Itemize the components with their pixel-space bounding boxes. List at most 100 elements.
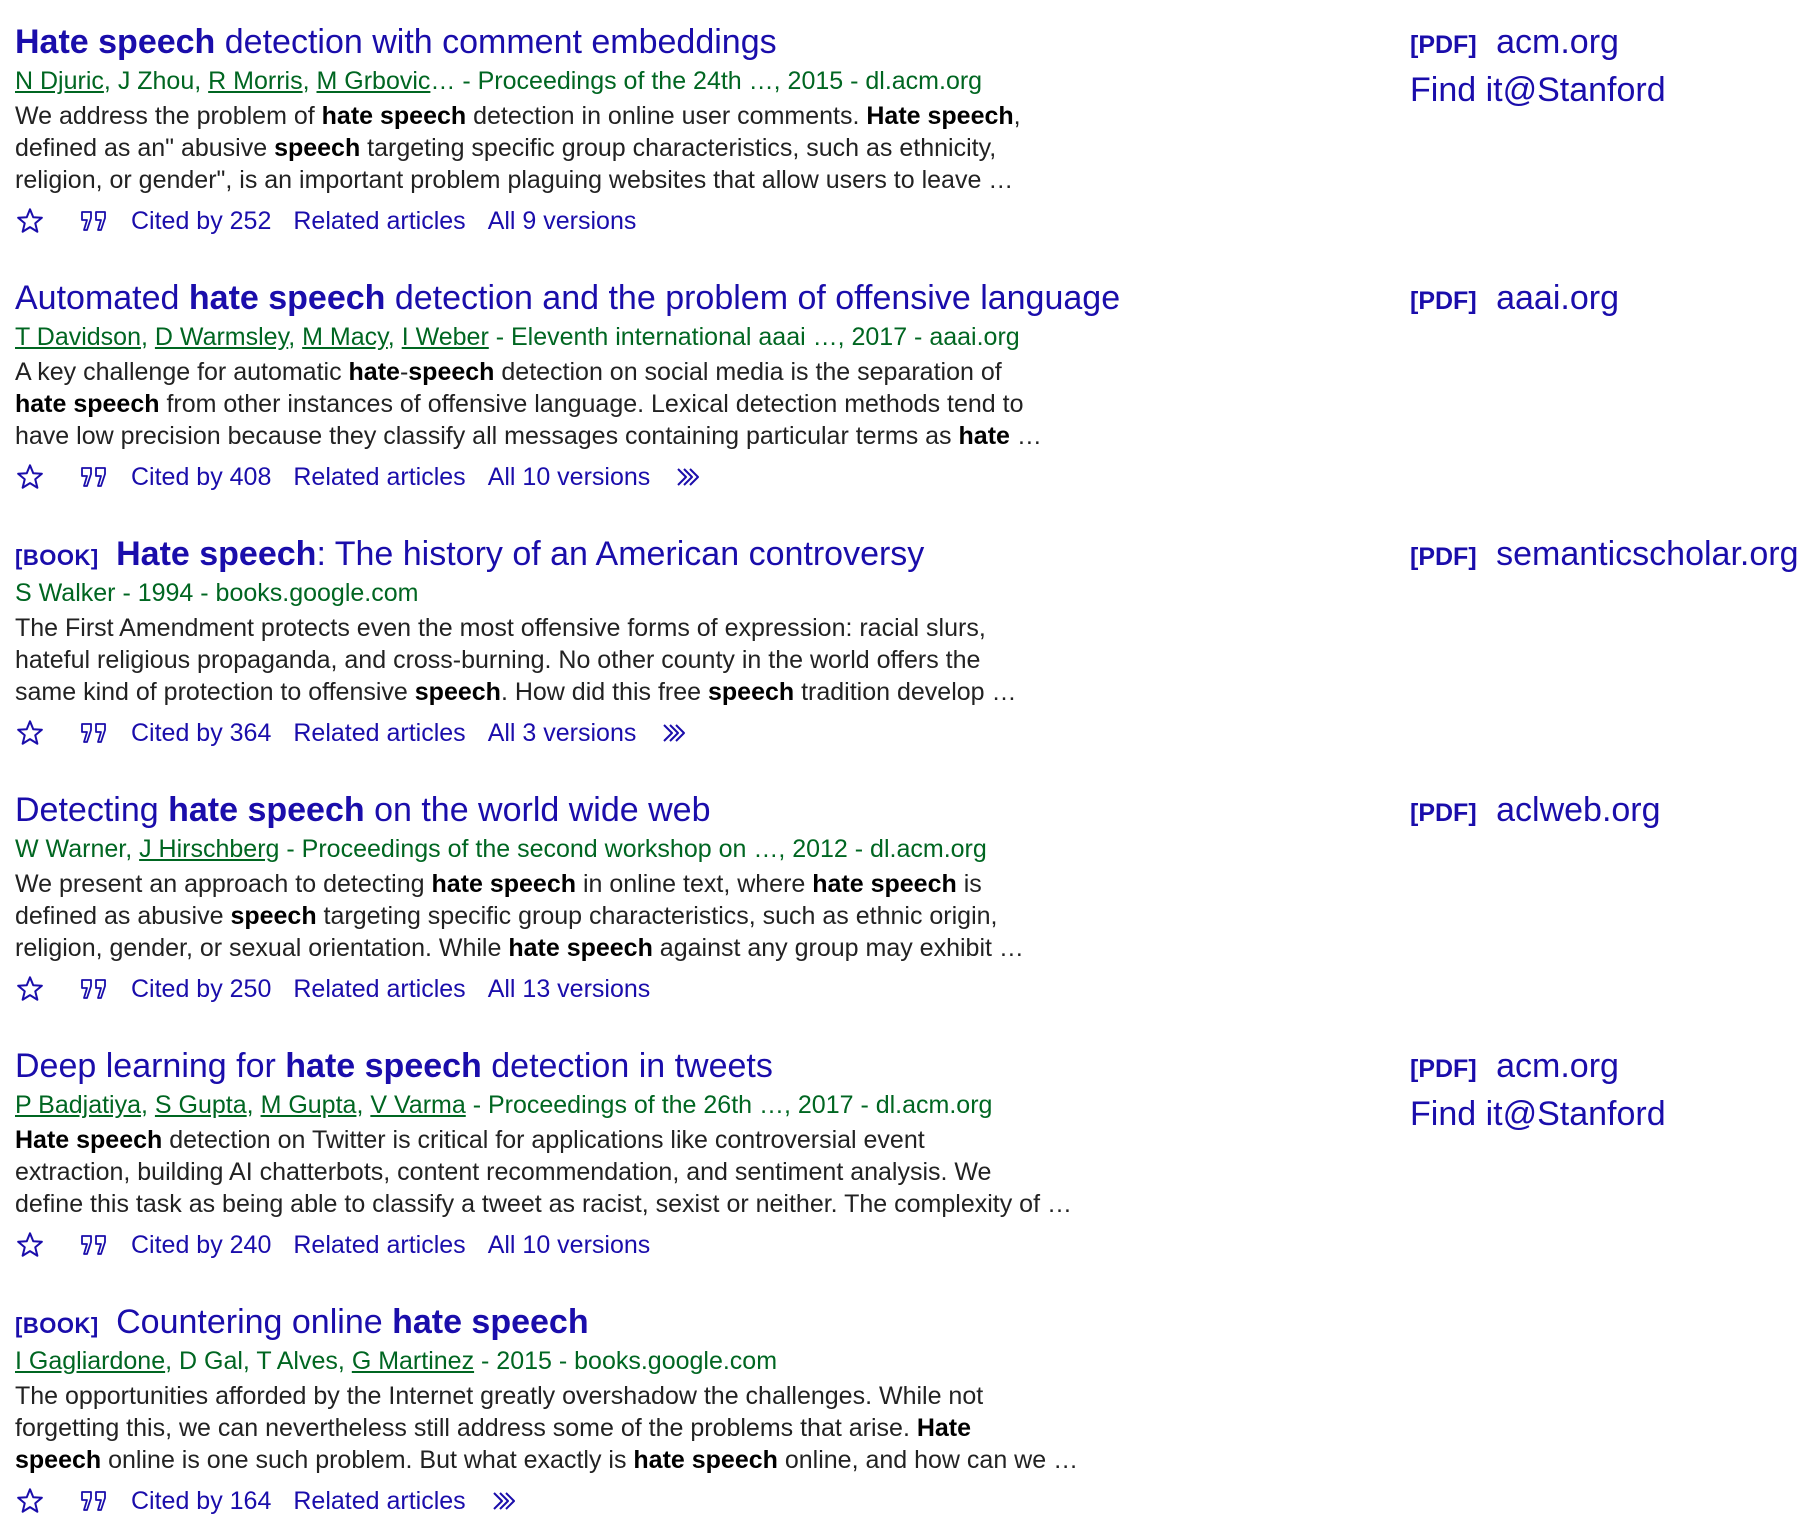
snippet-text: detection on Twitter is critical for app… <box>162 1126 925 1154</box>
snippet-text: in online text, where <box>576 870 813 898</box>
author-name[interactable]: M Macy <box>302 323 388 351</box>
snippet-text: A key challenge for automatic <box>15 358 349 386</box>
pdf-source-link[interactable]: semanticscholar.org <box>1496 535 1798 573</box>
author-name[interactable]: M Gupta <box>261 1091 357 1119</box>
result-authors: W Warner, J Hirschberg <box>15 835 279 863</box>
double-chevron-icon[interactable] <box>488 1484 522 1518</box>
result-title-link[interactable]: Deep learning for hate speech detection … <box>15 1047 773 1085</box>
pdf-source-link[interactable]: acm.org <box>1496 23 1619 61</box>
quote-icon[interactable] <box>77 716 111 750</box>
author-separator: , <box>141 323 155 351</box>
author-name[interactable]: D Warmsley <box>155 323 288 351</box>
all-versions-link[interactable]: All 9 versions <box>488 207 637 236</box>
related-articles-link[interactable]: Related articles <box>293 719 465 748</box>
star-icon[interactable] <box>13 1228 47 1262</box>
author-name[interactable]: G Martinez <box>352 1347 474 1375</box>
snippet-text: detection in online user comments. <box>466 102 867 130</box>
snippet-text: targeting specific group characteristics… <box>316 902 998 930</box>
author-name[interactable]: S Gupta <box>155 1091 247 1119</box>
author-name: J Zhou <box>117 67 195 95</box>
pdf-line: [PDF] acm.org <box>1410 1046 1800 1094</box>
result-snippet: We present an approach to detecting hate… <box>15 868 1145 964</box>
result-source: - Proceedings of the 24th …, 2015 - dl.a… <box>462 67 983 95</box>
author-name[interactable]: I Weber <box>402 323 489 351</box>
pdf-source-link[interactable]: aaai.org <box>1496 279 1619 317</box>
result-main: Detecting hate speech on the world wide … <box>15 790 1355 1008</box>
result-actions: Cited by 364 Related articles All 3 vers… <box>15 714 1355 752</box>
snippet-text: have low precision because they classify… <box>15 422 959 450</box>
snippet-highlight: Hate speech <box>866 102 1014 130</box>
star-icon[interactable] <box>13 204 47 238</box>
result-item: Hate speech detection with comment embed… <box>0 0 1800 250</box>
star-icon[interactable] <box>13 460 47 494</box>
author-name[interactable]: I Gagliardone <box>15 1347 165 1375</box>
snippet-text: defined as abusive <box>15 902 231 930</box>
find-it-stanford-link[interactable]: Find it@Stanford <box>1410 1095 1666 1133</box>
author-name[interactable]: R Morris <box>208 67 302 95</box>
star-icon[interactable] <box>13 716 47 750</box>
result-title-link[interactable]: Countering online hate speech <box>116 1303 589 1341</box>
result-source: - Proceedings of the second workshop on … <box>286 835 987 863</box>
snippet-line: A key challenge for automatic hate-speec… <box>15 356 1145 388</box>
author-name[interactable]: J Hirschberg <box>139 835 279 863</box>
author-name[interactable]: M Grbovic <box>317 67 431 95</box>
result-authors: T Davidson, D Warmsley, M Macy, I Weber <box>15 323 489 351</box>
snippet-text: , <box>1013 102 1021 130</box>
cited-by-link[interactable]: Cited by 240 <box>131 1231 271 1260</box>
pdf-source-link[interactable]: aclweb.org <box>1496 791 1660 829</box>
cited-by-link[interactable]: Cited by 364 <box>131 719 271 748</box>
author-name: S Walker <box>15 579 116 607</box>
related-articles-link[interactable]: Related articles <box>293 207 465 236</box>
double-chevron-icon[interactable] <box>658 716 692 750</box>
related-articles-link[interactable]: Related articles <box>293 463 465 492</box>
result-main: Hate speech detection with comment embed… <box>15 22 1355 240</box>
all-versions-link[interactable]: All 13 versions <box>488 975 651 1004</box>
author-name[interactable]: V Varma <box>370 1091 465 1119</box>
quote-icon[interactable] <box>77 972 111 1006</box>
author-name: W Warner <box>15 835 126 863</box>
author-name[interactable]: P Badjatiya <box>15 1091 141 1119</box>
title-highlight: Hate speech <box>116 535 317 573</box>
related-articles-link[interactable]: Related articles <box>293 975 465 1004</box>
snippet-text: from other instances of offensive langua… <box>159 390 1024 418</box>
cited-by-link[interactable]: Cited by 164 <box>131 1487 271 1516</box>
result-item: [BOOK] Countering online hate speech I G… <box>0 1280 1800 1530</box>
author-name[interactable]: N Djuric <box>15 67 104 95</box>
snippet-text: We present an approach to detecting <box>15 870 432 898</box>
related-articles-link[interactable]: Related articles <box>293 1487 465 1516</box>
cited-by-link[interactable]: Cited by 250 <box>131 975 271 1004</box>
findit-line: Find it@Stanford <box>1410 70 1800 118</box>
author-name[interactable]: T Davidson <box>15 323 141 351</box>
all-versions-link[interactable]: All 10 versions <box>488 1231 651 1260</box>
title-highlight: hate speech <box>168 791 365 829</box>
title-highlight: Hate speech <box>15 23 216 61</box>
author-separator: , <box>141 1091 155 1119</box>
pdf-source-link[interactable]: acm.org <box>1496 1047 1619 1085</box>
quote-icon[interactable] <box>77 460 111 494</box>
result-title-link[interactable]: Hate speech: The history of an American … <box>116 535 924 573</box>
author-separator: , <box>242 1347 257 1375</box>
result-meta: P Badjatiya, S Gupta, M Gupta, V Varma -… <box>15 1090 1355 1120</box>
result-title-link[interactable]: Hate speech detection with comment embed… <box>15 23 777 61</box>
snippet-text: forgetting this, we can nevertheless sti… <box>15 1414 917 1442</box>
snippet-line: We address the problem of hate speech de… <box>15 100 1145 132</box>
result-authors: N Djuric, J Zhou, R Morris, M Grbovic… <box>15 67 455 95</box>
snippet-line: We present an approach to detecting hate… <box>15 868 1145 900</box>
star-icon[interactable] <box>13 1484 47 1518</box>
quote-icon[interactable] <box>77 204 111 238</box>
find-it-stanford-link[interactable]: Find it@Stanford <box>1410 71 1666 109</box>
quote-icon[interactable] <box>77 1484 111 1518</box>
all-versions-link[interactable]: All 3 versions <box>488 719 637 748</box>
star-icon[interactable] <box>13 972 47 1006</box>
snippet-line: speech online is one such problem. But w… <box>15 1444 1145 1476</box>
pdf-tag: [PDF] <box>1410 31 1477 59</box>
related-articles-link[interactable]: Related articles <box>293 1231 465 1260</box>
result-title-link[interactable]: Detecting hate speech on the world wide … <box>15 791 711 829</box>
quote-icon[interactable] <box>77 1228 111 1262</box>
snippet-line: religion, or gender", is an important pr… <box>15 164 1145 196</box>
all-versions-link[interactable]: All 10 versions <box>488 463 651 492</box>
cited-by-link[interactable]: Cited by 252 <box>131 207 271 236</box>
result-title-link[interactable]: Automated hate speech detection and the … <box>15 279 1120 317</box>
cited-by-link[interactable]: Cited by 408 <box>131 463 271 492</box>
double-chevron-icon[interactable] <box>672 460 706 494</box>
